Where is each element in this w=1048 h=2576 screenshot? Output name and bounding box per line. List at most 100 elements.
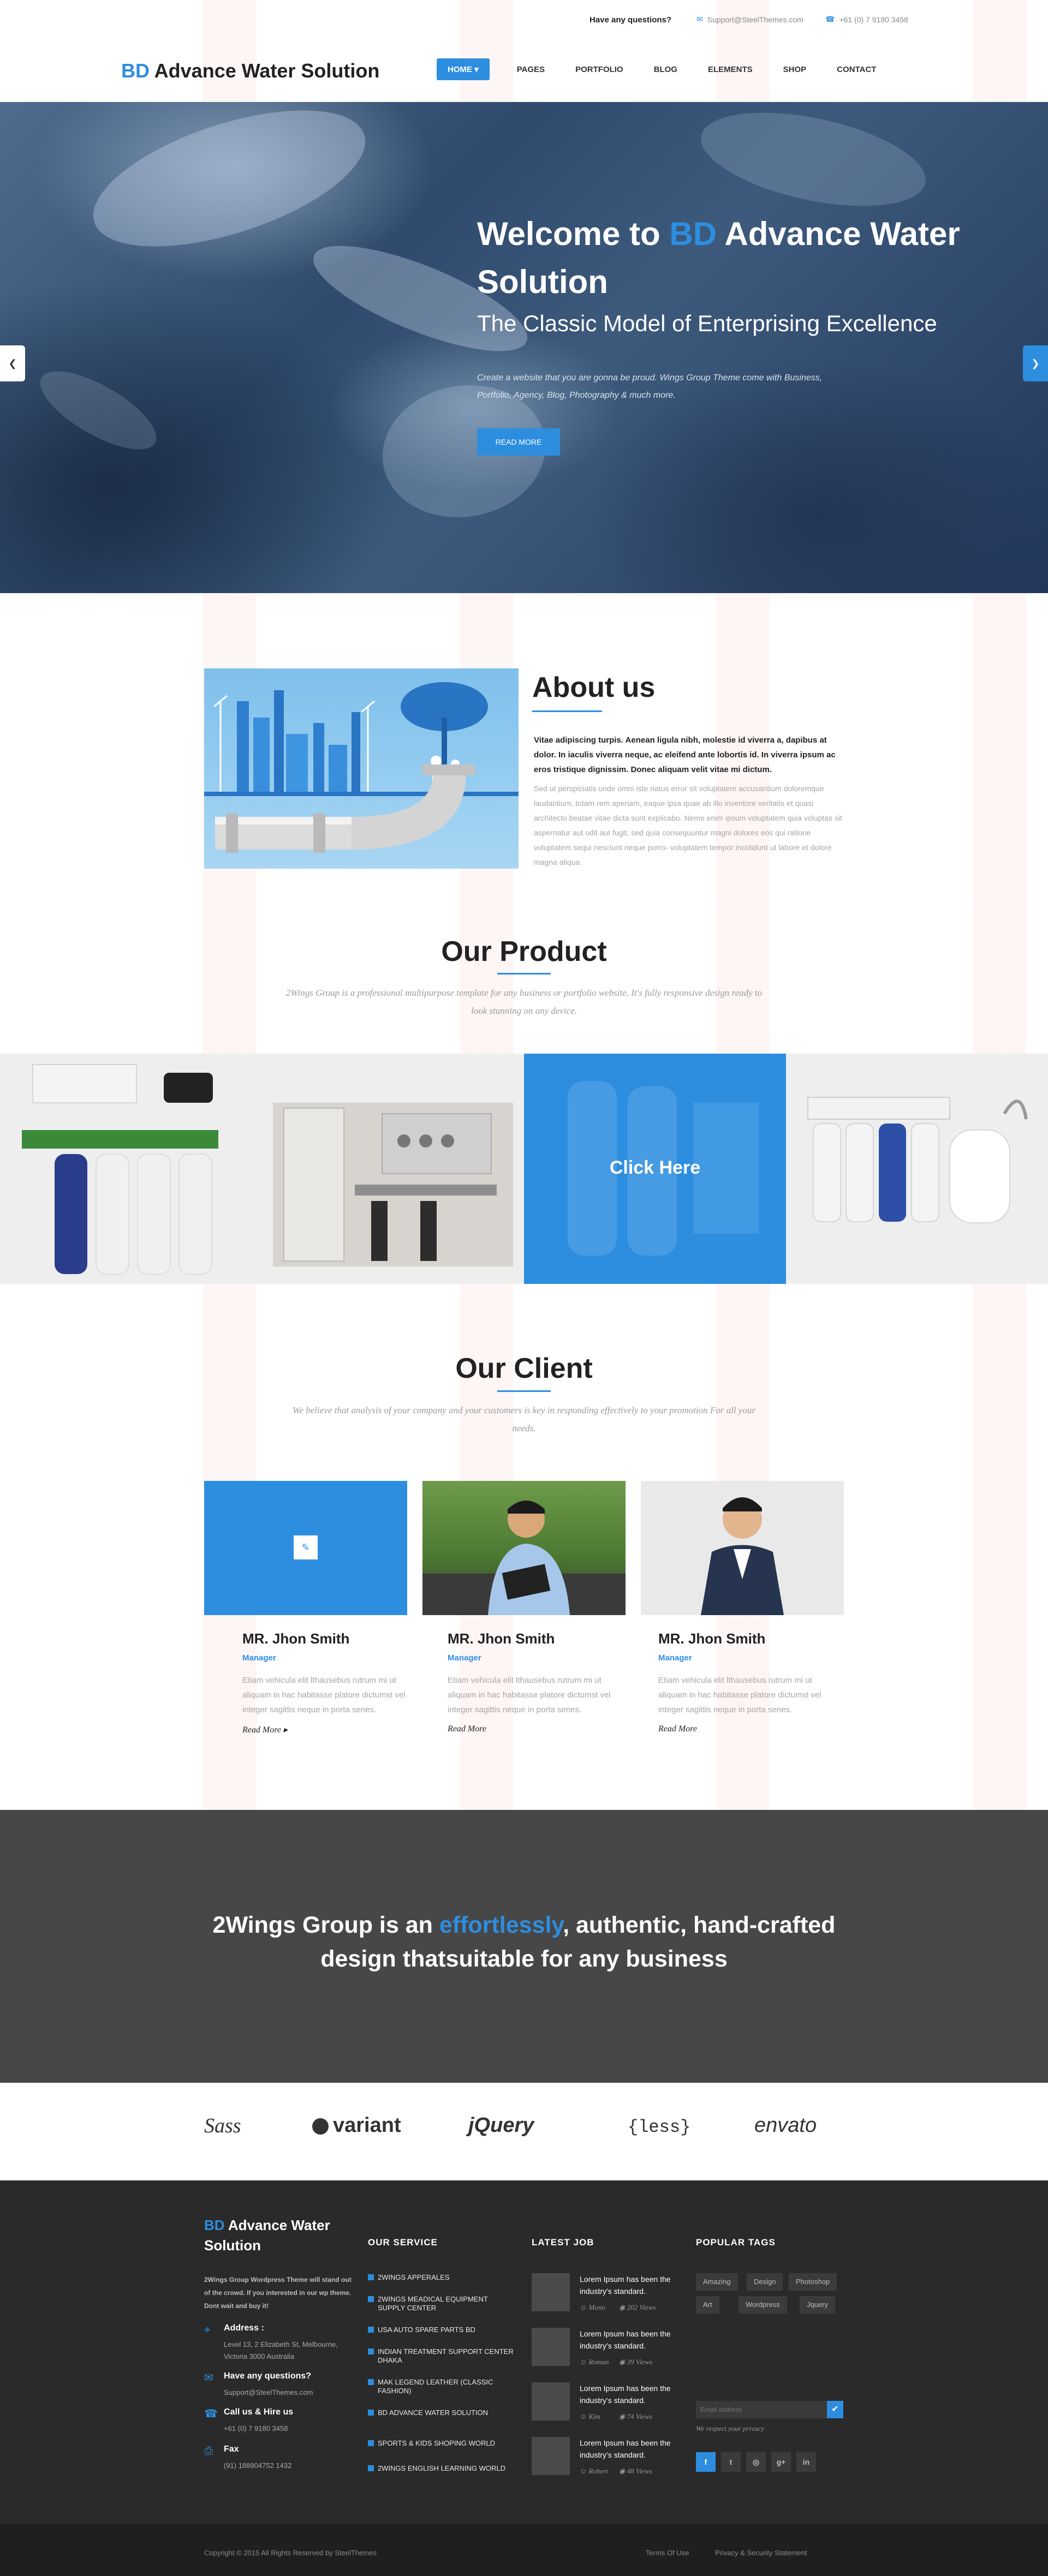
nav-blog[interactable]: BLOG bbox=[654, 65, 677, 74]
client-name-3: MR. Jhon Smith bbox=[658, 1630, 766, 1647]
service-item[interactable]: 2WINGS APPERALES bbox=[368, 2273, 515, 2282]
topbar: Have any questions? ✉ Support@SteelTheme… bbox=[0, 0, 1048, 41]
twitter-icon[interactable]: t bbox=[721, 2452, 741, 2472]
read-more-link-3[interactable]: Read More bbox=[658, 1724, 697, 1734]
mail-icon: ✉ bbox=[204, 2372, 213, 2384]
job-item[interactable]: Lorem Ipsum has been the industry's stan… bbox=[532, 2437, 674, 2475]
footer: BD Advance Water Solution 2Wings Group W… bbox=[0, 2180, 1048, 2524]
job-title[interactable]: Lorem Ipsum has been the industry's stan… bbox=[580, 2437, 672, 2461]
client-role-2: Manager bbox=[448, 1653, 481, 1663]
job-author: ☺ Roman bbox=[580, 2358, 609, 2366]
partner-logo-variant[interactable]: variant bbox=[312, 2114, 401, 2137]
tag-photoshop[interactable]: Photoshop bbox=[789, 2273, 837, 2291]
partner-logo-envato[interactable]: envato bbox=[754, 2114, 817, 2137]
about-bold-text: Vitae adipiscing turpis. Aenean ligula n… bbox=[534, 736, 836, 774]
terms-link[interactable]: Terms Of Use bbox=[646, 2549, 689, 2557]
nav-shop[interactable]: SHOP bbox=[783, 65, 807, 74]
product-card-purifier[interactable] bbox=[786, 1054, 1048, 1284]
tag-art[interactable]: Art bbox=[696, 2296, 719, 2314]
read-more-link-2[interactable]: Read More bbox=[448, 1724, 486, 1734]
ro-purifier-image bbox=[807, 1097, 1028, 1223]
logo-bd: BD bbox=[121, 59, 150, 82]
water-splash bbox=[29, 356, 168, 464]
footer-intro: 2Wings Group Wordpress Theme will stand … bbox=[204, 2276, 352, 2310]
fax-value: (91) 188904752 1432 bbox=[224, 2461, 292, 2470]
nav-contact[interactable]: CONTACT bbox=[837, 65, 876, 74]
product-underline bbox=[497, 973, 551, 975]
tag-wordpress[interactable]: Wordpress bbox=[739, 2296, 787, 2314]
job-title[interactable]: Lorem Ipsum has been the industry's stan… bbox=[580, 2273, 672, 2297]
nav-home[interactable]: HOME ▾ bbox=[437, 58, 490, 80]
service-item[interactable]: SPORTS & KIDS SHOPING WORLD bbox=[368, 2439, 515, 2448]
topbar-email-text: Support@SteelThemes.com bbox=[707, 15, 803, 24]
product-card-highlight[interactable]: Click Here bbox=[524, 1054, 786, 1284]
service-item[interactable]: BD ADVANCE WATER SOLUTION bbox=[368, 2408, 515, 2417]
client-photo-3[interactable] bbox=[641, 1481, 844, 1615]
privacy-note: We respect your privacy bbox=[696, 2424, 765, 2432]
subscribe-button[interactable]: ✔ bbox=[827, 2401, 843, 2418]
dribbble-icon[interactable]: ◎ bbox=[746, 2452, 766, 2472]
variant-icon bbox=[312, 2118, 329, 2135]
read-more-button[interactable]: READ MORE bbox=[477, 428, 560, 456]
service-item[interactable]: 2WINGS ENGLISH LEARNING WORLD bbox=[368, 2464, 515, 2473]
link-icon[interactable]: ✎ bbox=[294, 1535, 318, 1559]
job-title[interactable]: Lorem Ipsum has been the industry's stan… bbox=[580, 2382, 672, 2406]
slider-next-icon[interactable]: ❯ bbox=[1023, 345, 1048, 381]
read-more-link-1[interactable]: Read More ▸ bbox=[242, 1724, 288, 1735]
facebook-icon[interactable]: f bbox=[696, 2452, 716, 2472]
footer-bottom-bar bbox=[0, 2524, 1048, 2576]
client-subtitle: We believe that analysis of your company… bbox=[293, 1405, 755, 1433]
tag-jquery[interactable]: Jquery bbox=[800, 2296, 836, 2314]
service-item[interactable]: USA AUTO SPARE PARTS BD bbox=[368, 2326, 515, 2334]
linkedin-icon[interactable]: in bbox=[796, 2452, 816, 2472]
topbar-phone-text: +61 (0) 7 9180 3458 bbox=[839, 15, 908, 24]
click-here-label[interactable]: Click Here bbox=[524, 1157, 786, 1179]
client-text-3: Etiam vehicula elit lthausebus rutrum mi… bbox=[658, 1676, 821, 1714]
service-item[interactable]: MAK LEGEND LEATHER (CLASSIC FASHION) bbox=[368, 2378, 515, 2395]
call-label: Call us & Hire us bbox=[224, 2407, 294, 2417]
client-role-1: Manager bbox=[242, 1653, 276, 1663]
nav-elements[interactable]: ELEMENTS bbox=[708, 65, 753, 74]
slider-prev-icon[interactable]: ❮ bbox=[0, 345, 25, 381]
partner-logo-sass[interactable]: Sass bbox=[204, 2114, 241, 2138]
privacy-link[interactable]: Privacy & Security Statement bbox=[715, 2549, 807, 2557]
main-nav: HOME ▾ PAGES PORTFOLIO BLOG ELEMENTS SHO… bbox=[437, 58, 907, 80]
job-item[interactable]: Lorem Ipsum has been the industry's stan… bbox=[532, 2328, 674, 2366]
client-underline bbox=[497, 1390, 551, 1392]
location-icon: ⌖ bbox=[204, 2324, 211, 2336]
logo[interactable]: BD Advance Water Solution bbox=[121, 59, 379, 82]
job-views: ◉ 48 Views bbox=[619, 2467, 652, 2475]
water-filter-image bbox=[22, 1064, 218, 1275]
client-text-1: Etiam vehicula elit lthausebus rutrum mi… bbox=[242, 1676, 406, 1714]
job-title[interactable]: Lorem Ipsum has been the industry's stan… bbox=[580, 2328, 672, 2352]
service-item[interactable]: 2WINGS MEADICAL EQUIPMENT SUPPLY CENTER bbox=[368, 2295, 515, 2312]
man-in-suit-image bbox=[701, 1497, 784, 1615]
questions-value[interactable]: Support@SteelThemes.com bbox=[224, 2387, 313, 2399]
hero-title: Welcome to BD Advance Water Solution bbox=[477, 210, 1034, 306]
service-item[interactable]: INDIAN TREATMENT SUPPORT CENTER DHAKA bbox=[368, 2347, 515, 2365]
questions-label: Have any questions? bbox=[224, 2371, 312, 2381]
product-card-plant[interactable] bbox=[262, 1054, 524, 1284]
product-card-filter[interactable] bbox=[0, 1054, 262, 1284]
nav-portfolio[interactable]: PORTFOLIO bbox=[575, 65, 623, 74]
partner-logo-jquery[interactable]: jQuery bbox=[468, 2114, 534, 2137]
call-value[interactable]: +61 (0) 7 9180 3458 bbox=[224, 2423, 288, 2435]
logo-text: Advance Water Solution bbox=[150, 59, 380, 82]
topbar-phone[interactable]: ☎ +61 (0) 7 9180 3458 bbox=[825, 15, 908, 24]
job-item[interactable]: Lorem Ipsum has been the industry's stan… bbox=[532, 2382, 674, 2420]
city-pipe-illustration bbox=[204, 682, 519, 853]
client-photo-1[interactable]: ✎ bbox=[204, 1481, 407, 1615]
google-plus-icon[interactable]: g+ bbox=[771, 2452, 791, 2472]
partner-logo-less[interactable]: {less} bbox=[628, 2117, 690, 2137]
nav-pages[interactable]: PAGES bbox=[517, 65, 545, 74]
tag-amazing[interactable]: Amazing bbox=[696, 2273, 738, 2291]
tag-design[interactable]: Design bbox=[747, 2273, 783, 2291]
job-item[interactable]: Lorem Ipsum has been the industry's stan… bbox=[532, 2273, 674, 2311]
job-thumbnail bbox=[532, 2328, 570, 2366]
mail-icon: ✉ bbox=[696, 15, 703, 23]
topbar-email[interactable]: ✉ Support@SteelThemes.com bbox=[696, 15, 803, 24]
partner-variant-text: variant bbox=[333, 2114, 401, 2137]
client-photo-2[interactable] bbox=[422, 1481, 626, 1615]
email-field[interactable] bbox=[696, 2401, 825, 2418]
product-subtitle: 2Wings Group is a professional multipurp… bbox=[285, 988, 763, 1016]
